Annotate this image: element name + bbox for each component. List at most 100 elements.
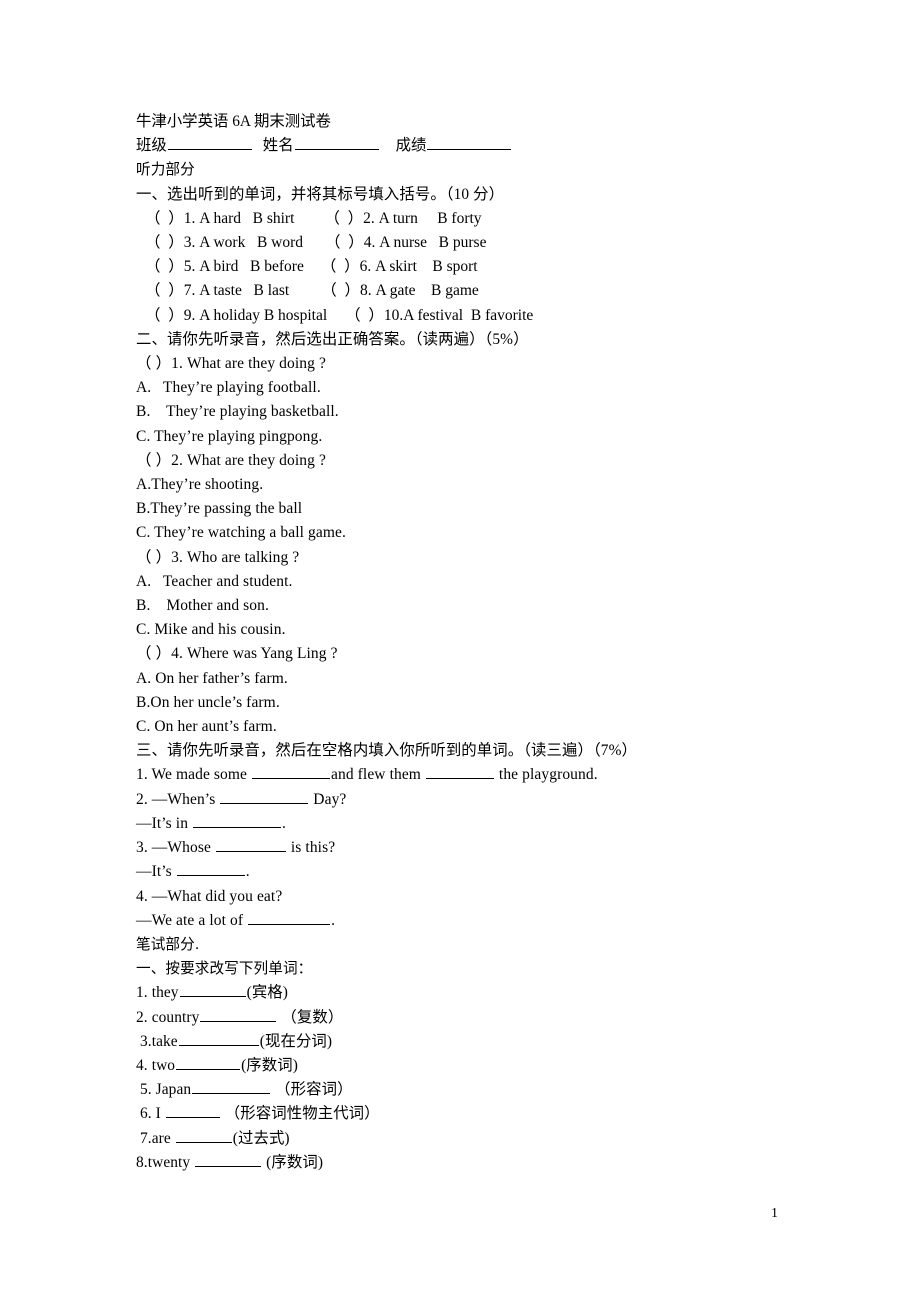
fill-blank-text: Day? [309,790,347,808]
listening-section-1-heading: 一、选出听到的单词，并将其标号填入括号。（10 分） [136,185,505,203]
word-choice-row: （ ）5. A bird B before （ ）6. A skirt B spo… [136,255,836,279]
question-stem[interactable]: （ ）4. Where was Yang Ling ? [136,642,836,666]
page-number: 1 [771,1206,778,1221]
question-option[interactable]: C. On her aunt’s farm. [136,715,836,739]
fill-blank-input[interactable] [252,764,330,780]
word-transform-input[interactable] [165,1103,220,1119]
word-transform-input[interactable] [179,982,246,998]
word-choice-left[interactable]: （ ）9. A holiday B hospital [145,307,327,324]
fill-blank-text: is this? [286,839,336,857]
word-transform-item: 2. country （复数） [136,1006,836,1030]
word-transform-input[interactable] [176,1054,241,1070]
word-choice-left[interactable]: （ ）5. A bird B before [145,258,304,275]
fill-blank-text: —It’s in [136,814,193,832]
word-transform-input[interactable] [178,1030,259,1046]
word-transform-note: （复数） [277,1008,344,1026]
fill-blank-input[interactable] [215,836,286,853]
class-blank[interactable] [167,135,252,151]
question-option[interactable]: B.They’re passing the ball [136,497,836,521]
score-label: 成绩 [395,137,427,155]
word-choice-right[interactable]: （ ）8. A gate B game [321,282,479,299]
word-transform-note: （形容词） [271,1081,353,1099]
fill-blank-item: —It’s in . [136,812,836,836]
fill-blank-input[interactable] [425,764,494,780]
question-option[interactable]: A. They’re playing football. [136,376,836,400]
fill-blank-text: . [282,814,286,832]
word-transform-input[interactable] [195,1151,262,1167]
fill-blank-text: —It’s [136,863,176,881]
exam-page: 牛津小学英语 6A 期末测试卷 班级 姓名 成绩 听力部分 一、选出听到的单词，并将… [0,0,920,1302]
question-option[interactable]: C. They’re playing pingpong. [136,425,836,449]
question-option[interactable]: B. Mother and son. [136,594,836,618]
word-transform-note: (过去式) [232,1129,290,1147]
fill-blank-text: 2. —When’s [136,790,220,808]
fill-blank-item: 4. —What did you eat? [136,885,836,909]
written-part-heading: 笔试部分. [136,935,200,953]
word-transform-word: 1. they [136,984,179,1002]
question-stem[interactable]: （ ）2. What are they doing ? [136,449,836,473]
word-transform-note: (序数词) [241,1056,299,1074]
listening-section-3-heading: 三、请你先听录音，然后在空格内填入你所听到的单词。（读三遍）（7%） [136,742,638,760]
word-transform-word: 5. Japan [136,1081,192,1099]
word-transform-item: 4. two (序数词) [136,1054,836,1078]
fill-blank-input[interactable] [193,812,282,828]
word-transform-item: 3.take (现在分词) [136,1030,836,1054]
word-choice-row: （ ）7. A taste B last （ ）8. A gate B game [136,279,836,303]
question-stem[interactable]: （ ）1. What are they doing ? [136,352,836,376]
word-transform-item: 5. Japan （形容词） [136,1078,836,1102]
question-option[interactable]: B.On her uncle’s farm. [136,691,836,715]
word-transform-note: （形容词性物主代词） [220,1105,380,1123]
question-stem[interactable]: （ ）3. Who are talking ? [136,546,836,570]
class-label: 班级 [136,137,167,155]
word-transform-word: 8.twenty [136,1153,195,1171]
word-choice-left[interactable]: （ ）7. A taste B last [145,282,289,299]
word-choice-left[interactable]: （ ）3. A work B word [145,234,303,251]
word-transform-input[interactable] [192,1079,271,1095]
fill-blank-text: 3. —Whose [136,839,215,857]
question-option[interactable]: B. They’re playing basketball. [136,400,836,424]
word-choice-right[interactable]: （ ）6. A skirt B sport [321,258,478,275]
score-blank[interactable] [427,135,512,151]
word-transform-word: 2. country [136,1008,200,1026]
fill-blank-item: 1. We made some and flew them the playgr… [136,763,836,787]
fill-blank-text: 4. —What did you eat? [136,887,283,905]
word-choice-row: （ ）1. A hard B shirt （ ）2. A turn B forty [136,207,836,231]
word-transform-input[interactable] [200,1006,277,1022]
fill-blank-item: —We ate a lot of . [136,909,836,933]
fill-blank-text: —We ate a lot of [136,911,248,929]
word-choice-row: （ ）9. A holiday B hospital （ ）10.A festiv… [136,304,836,328]
fill-blank-text: 1. We made some [136,766,251,784]
fill-blank-item: —It’s . [136,860,836,884]
student-info-line: 班级 姓名 成绩 [136,134,836,158]
fill-blank-text: . [245,863,250,881]
word-transform-word: 6. I [136,1105,165,1123]
word-choice-row: （ ）3. A work B word （ ）4. A nurse B purse [136,231,836,255]
question-option[interactable]: A. Teacher and student. [136,570,836,594]
fill-blank-item: 2. —When’s Day? [136,788,836,812]
fill-blank-input[interactable] [248,909,331,925]
page-title: 牛津小学英语 6A 期末测试卷 [136,113,331,130]
question-option[interactable]: C. Mike and his cousin. [136,618,836,642]
word-transform-input[interactable] [175,1127,232,1143]
fill-blank-input[interactable] [176,861,245,877]
word-transform-note: (宾格) [246,984,289,1002]
word-choice-right[interactable]: （ ）4. A nurse B purse [325,234,486,251]
fill-blank-text: the playground. [494,766,598,784]
fill-blank-text: . [331,911,336,929]
word-choice-right[interactable]: （ ）10.A festival B favorite [345,307,533,324]
document-body: 牛津小学英语 6A 期末测试卷 班级 姓名 成绩 听力部分 一、选出听到的单词，并将… [136,110,836,1175]
question-option[interactable]: C. They’re watching a ball game. [136,521,836,545]
word-choice-left[interactable]: （ ）1. A hard B shirt [145,210,294,227]
word-transform-item: 6. I （形容词性物主代词） [136,1102,836,1126]
question-option[interactable]: A. On her father’s farm. [136,667,836,691]
word-transform-word: 7.are [136,1129,175,1147]
fill-blank-item: 3. —Whose is this? [136,836,836,860]
fill-blank-input[interactable] [220,788,309,804]
name-blank[interactable] [294,135,379,151]
word-transform-note: (序数词) [262,1153,324,1171]
fill-blank-text: and flew them [331,766,425,784]
word-choice-right[interactable]: （ ）2. A turn B forty [324,210,481,227]
question-option[interactable]: A.They’re shooting. [136,473,836,497]
word-transform-word: 3.take [136,1032,178,1050]
listening-section-2-heading: 二、请你先听录音，然后选出正确答案。（读两遍）（5%） [136,330,529,348]
